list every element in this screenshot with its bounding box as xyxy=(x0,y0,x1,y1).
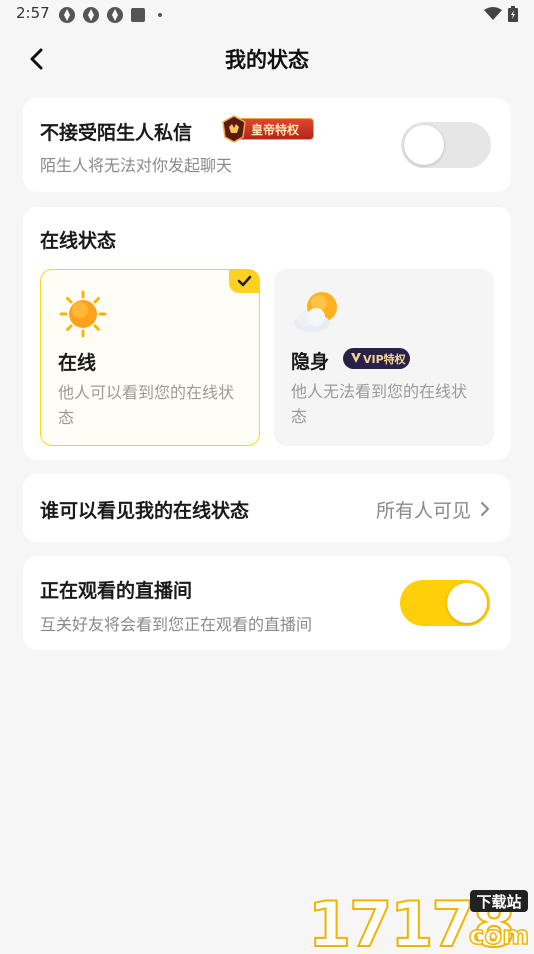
online-status-card: 在线状态 在线 他人可以看到您的在线状态 隐身 VIP特权 他人无法看到您的在线… xyxy=(23,207,511,460)
watching-live-toggle[interactable] xyxy=(400,580,490,626)
online-option-desc: 他人可以看到您的在线状态 xyxy=(58,383,235,427)
notification-icons xyxy=(58,6,162,24)
visibility-value: 所有人可见 xyxy=(375,500,471,522)
watching-live-card: 正在观看的直播间 互关好友将会看到您正在观看的直播间 xyxy=(23,556,511,650)
app-notification-icon xyxy=(83,7,99,23)
status-time: 2:57 xyxy=(16,4,50,22)
app-header: 我的状态 xyxy=(0,36,534,82)
visibility-label: 谁可以看见我的在线状态 xyxy=(40,500,250,522)
watching-live-title: 正在观看的直播间 xyxy=(40,580,193,602)
cloud-sun-icon xyxy=(294,292,337,332)
invisible-option-desc: 他人无法看到您的在线状态 xyxy=(291,382,468,426)
emperor-privilege-badge: 皇帝特权 xyxy=(222,115,314,143)
vip-badge-label: VIP特权 xyxy=(363,353,406,366)
toggle-knob xyxy=(404,125,444,165)
status-bar: 2:57 xyxy=(0,0,534,28)
invisible-option[interactable]: 隐身 VIP特权 他人无法看到您的在线状态 xyxy=(274,269,494,446)
stranger-messages-subtitle: 陌生人将无法对你发起聊天 xyxy=(40,156,233,175)
wifi-icon xyxy=(484,7,502,20)
chevron-right-icon xyxy=(481,502,489,516)
app-notification-icon xyxy=(59,7,75,23)
selected-check-badge xyxy=(229,269,260,293)
emperor-badge-label: 皇帝特权 xyxy=(251,123,300,137)
vip-privilege-badge: VIP特权 xyxy=(343,348,410,369)
invisible-option-name: 隐身 xyxy=(291,351,330,373)
online-option[interactable]: 在线 他人可以看到您的在线状态 xyxy=(40,269,260,446)
watching-live-subtitle: 互关好友将会看到您正在观看的直播间 xyxy=(40,615,313,634)
stranger-messages-card: 不接受陌生人私信 皇帝特权 陌生人将无法对你发起聊天 xyxy=(23,98,511,192)
stranger-messages-toggle[interactable] xyxy=(401,122,491,168)
visibility-row[interactable]: 谁可以看见我的在线状态 所有人可见 xyxy=(23,474,511,542)
page-title: 我的状态 xyxy=(225,48,309,72)
emperor-crest-icon xyxy=(222,115,246,143)
app-notification-icon xyxy=(107,7,123,23)
online-option-name: 在线 xyxy=(58,352,97,374)
battery-icon xyxy=(508,6,518,22)
online-status-title: 在线状态 xyxy=(40,230,117,252)
site-watermark: 17178 下载站 com xyxy=(307,886,530,954)
square-notification-icon xyxy=(131,8,145,22)
toggle-knob xyxy=(447,583,487,623)
more-notifications-dot-icon xyxy=(158,13,162,17)
watermark-suffix: com xyxy=(469,921,529,950)
check-icon xyxy=(237,275,252,287)
sun-icon xyxy=(59,290,107,338)
stranger-messages-title: 不接受陌生人私信 xyxy=(40,122,193,144)
watermark-tag: 下载站 xyxy=(476,893,521,911)
vip-v-icon xyxy=(351,353,361,363)
